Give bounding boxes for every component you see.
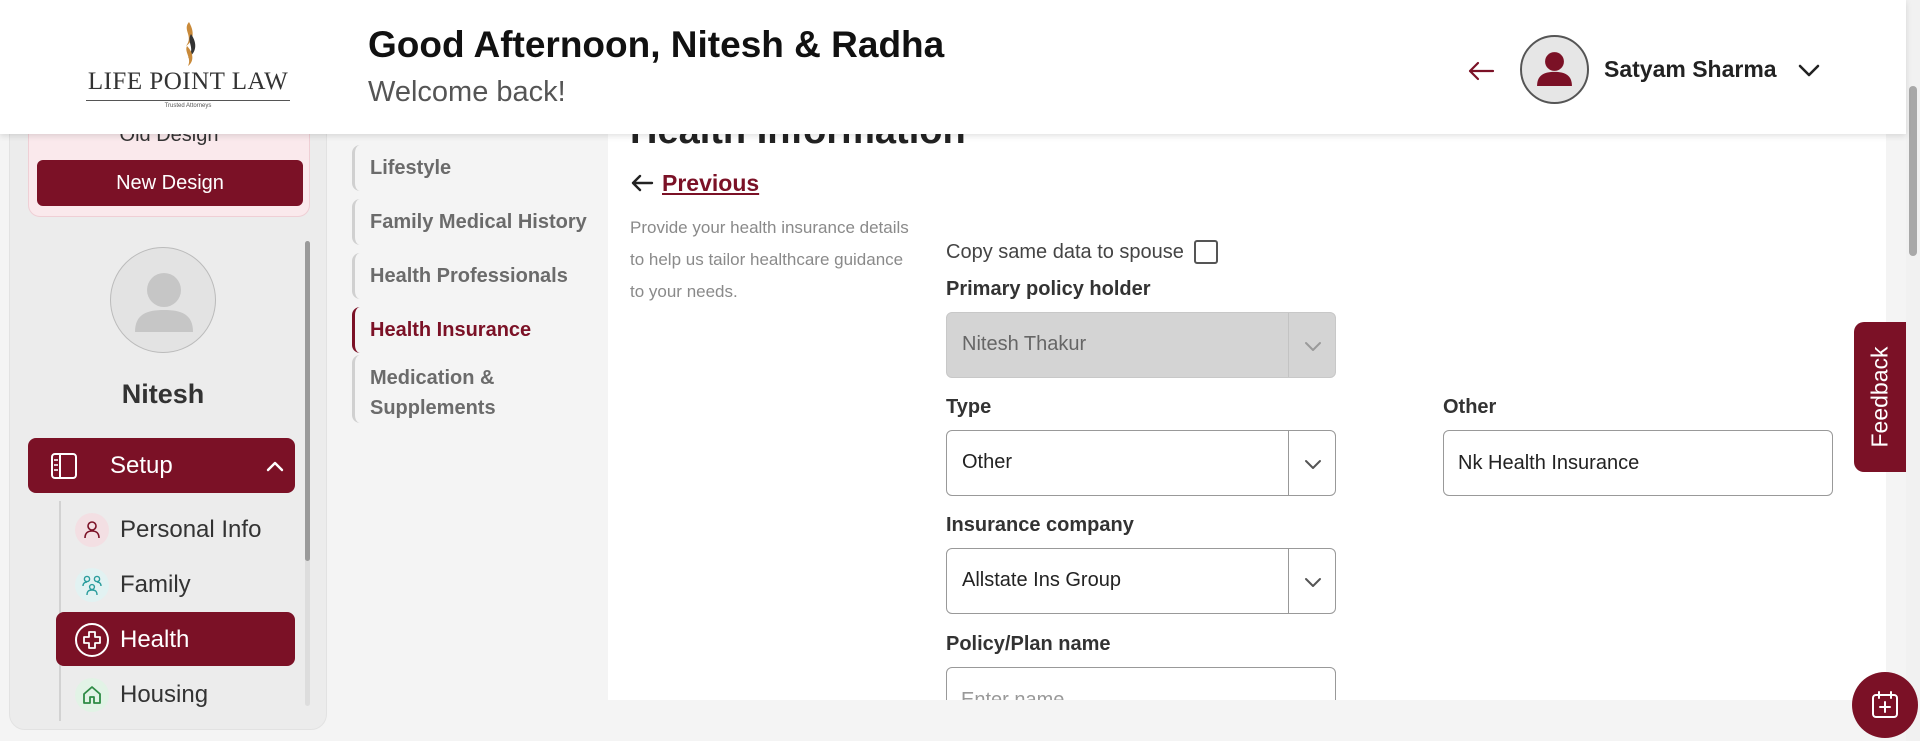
arrow-left-icon <box>631 174 654 192</box>
sidebar-scrollbar-thumb[interactable] <box>305 241 310 561</box>
brand-name: LIFE POINT LAW <box>87 68 289 95</box>
brand-logo[interactable]: LIFE POINT LAW Trusted Attorneys <box>86 20 290 110</box>
book-icon <box>51 453 77 479</box>
person-icon <box>75 513 109 547</box>
select-divider <box>1288 431 1289 495</box>
sidebar-item-label: Housing <box>120 681 209 708</box>
sidebar-item-health[interactable]: Health <box>56 612 295 666</box>
other-label: Other <box>1443 396 1497 418</box>
policy-plan-name-input[interactable] <box>946 667 1336 700</box>
step-lifestyle[interactable]: Lifestyle <box>352 145 602 191</box>
previous-link[interactable]: Previous <box>630 168 759 198</box>
health-cross-icon <box>75 623 109 657</box>
chevron-down-icon[interactable] <box>1796 58 1822 82</box>
user-name[interactable]: Satyam Sharma <box>1604 56 1777 83</box>
setup-label: Setup <box>110 452 173 479</box>
add-appointment-button[interactable] <box>1852 672 1918 738</box>
policy-plan-name-label: Policy/Plan name <box>946 633 1111 655</box>
new-design-button[interactable]: New Design <box>37 160 303 206</box>
top-header: LIFE POINT LAW Trusted Attorneys Good Af… <box>0 0 1906 134</box>
sidebar-item-personal-info[interactable]: Personal Info <box>56 502 295 556</box>
sidebar-item-label: Personal Info <box>120 516 262 543</box>
step-health-insurance[interactable]: Health Insurance <box>352 307 602 353</box>
primary-policy-holder-label: Primary policy holder <box>946 278 1151 300</box>
type-value: Other <box>962 451 1013 473</box>
section-description: Provide your health insurance details to… <box>630 218 909 301</box>
calendar-plus-icon <box>1872 691 1898 718</box>
other-input[interactable] <box>1443 430 1833 496</box>
type-select[interactable]: Other <box>946 430 1336 496</box>
logo-divider <box>86 100 290 101</box>
step-indicator <box>352 253 362 299</box>
logo-flame-icon <box>186 22 196 66</box>
primary-policy-holder-select: Nitesh Thakur <box>946 312 1336 378</box>
previous-label: Previous <box>662 169 760 196</box>
feedback-label: Feedback <box>1866 346 1893 448</box>
home-icon <box>75 678 109 712</box>
setup-menu-toggle[interactable]: Setup <box>28 438 295 493</box>
insurance-company-value: Allstate Ins Group <box>962 569 1121 591</box>
family-icon <box>75 568 109 602</box>
chevron-down-icon <box>1305 460 1321 469</box>
step-medication-supplements[interactable]: Medication & Supplements <box>352 355 602 423</box>
main-panel: Health Information Previous Provide your… <box>608 100 1886 700</box>
copy-to-spouse-label: Copy same data to spouse <box>946 240 1184 263</box>
chevron-down-icon <box>1305 578 1321 587</box>
arrow-left-icon[interactable] <box>1466 56 1496 86</box>
page-scrollbar-thumb[interactable] <box>1909 86 1917 256</box>
left-sidebar: Old Design New Design Nitesh Setup Perso… <box>9 100 327 730</box>
step-indicator <box>352 307 362 353</box>
insurance-company-label: Insurance company <box>946 514 1134 536</box>
sidebar-item-family[interactable]: Family <box>56 557 295 611</box>
select-divider <box>1288 549 1289 613</box>
step-indicator <box>352 199 362 245</box>
step-label: Health Insurance <box>370 319 532 341</box>
step-label: Medication & Supplements <box>370 367 496 419</box>
chevron-up-icon <box>266 461 284 472</box>
insurance-company-select[interactable]: Allstate Ins Group <box>946 548 1336 614</box>
primary-policy-holder-value: Nitesh Thakur <box>962 333 1087 355</box>
sidebar-scrollbar[interactable] <box>305 241 310 706</box>
select-divider <box>1288 313 1289 377</box>
step-indicator <box>352 145 362 191</box>
chevron-down-icon <box>1305 342 1321 351</box>
user-avatar-icon[interactable] <box>1520 35 1589 104</box>
step-label: Family Medical History <box>370 211 587 233</box>
profile-name: Nitesh <box>121 379 205 409</box>
step-indicator <box>352 355 362 423</box>
step-label: Lifestyle <box>370 157 452 179</box>
brand-tagline: Trusted Attorneys <box>164 103 212 109</box>
sidebar-item-label: Health <box>120 626 190 653</box>
greeting-title: Good Afternoon, Nitesh & Radha <box>368 24 945 65</box>
feedback-tab[interactable]: Feedback <box>1854 322 1906 472</box>
sidebar-item-housing[interactable]: Housing <box>56 667 295 721</box>
copy-to-spouse-checkbox[interactable] <box>1193 240 1218 264</box>
profile-avatar <box>110 247 216 353</box>
step-label: Health Professionals <box>370 265 568 287</box>
type-label: Type <box>946 396 992 418</box>
step-family-medical-history[interactable]: Family Medical History <box>352 199 602 245</box>
sidebar-item-label: Family <box>120 571 191 598</box>
step-health-professionals[interactable]: Health Professionals <box>352 253 602 299</box>
copy-to-spouse-row: Copy same data to spouse <box>946 240 1218 264</box>
welcome-text: Welcome back! <box>368 76 566 108</box>
